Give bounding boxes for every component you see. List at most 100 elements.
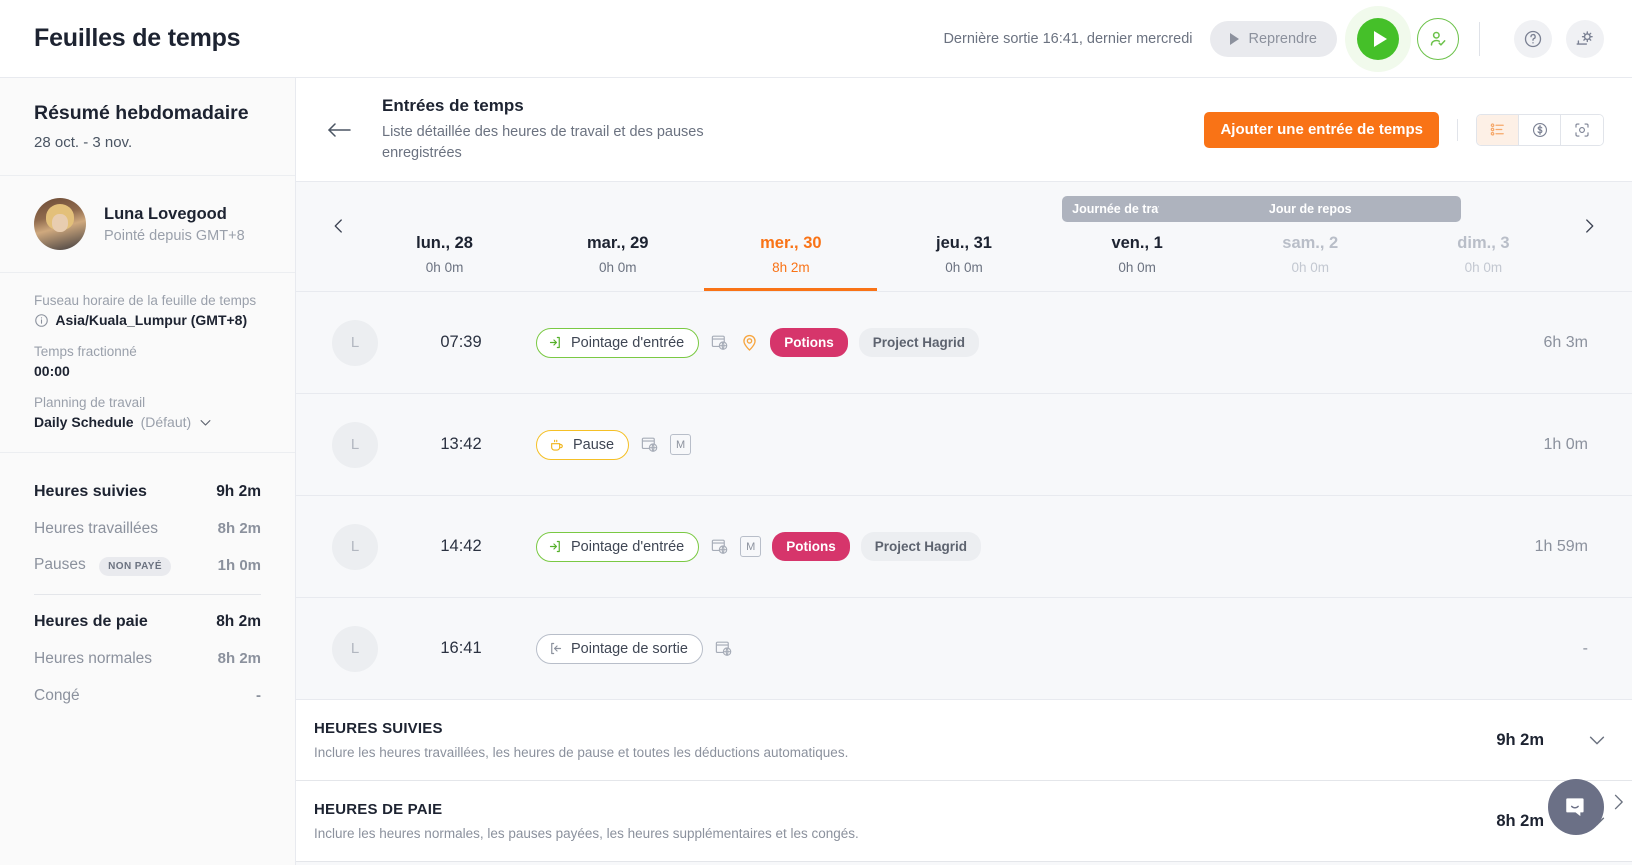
day-label: mar., 29: [586, 234, 649, 253]
back-button[interactable]: [296, 121, 382, 139]
start-timer-button[interactable]: [1357, 17, 1399, 60]
stats-divider: [34, 594, 261, 595]
entry-time: 14:42: [440, 537, 482, 556]
top-bar-actions: Dernière sortie 16:41, dernier mercredi …: [943, 5, 1604, 72]
table-row[interactable]: L 07:39 Pointage d'entrée Potions Projec…: [296, 292, 1632, 395]
play-small-icon: [1230, 32, 1240, 45]
day-tab-mar-29[interactable]: mar., 29 0h 0m: [531, 182, 704, 291]
person-check-button[interactable]: [1417, 17, 1459, 60]
prev-week-button[interactable]: [320, 182, 358, 291]
add-time-entry-button[interactable]: Ajouter une entrée de temps: [1204, 111, 1439, 148]
user-card[interactable]: Luna Lovegood Pointé depuis GMT+8: [0, 176, 295, 273]
summary-texts: HEURES DE PAIE Inclure les heures normal…: [314, 801, 859, 841]
summary-subtitle: Inclure les heures normales, les pauses …: [314, 826, 859, 842]
page-title: Feuilles de temps: [34, 24, 241, 52]
stat-value: 8h 2m: [217, 650, 261, 667]
entry-time: 07:39: [440, 333, 482, 352]
stat-value: -: [256, 687, 261, 704]
stat-label: Congé: [34, 686, 80, 704]
stat-value: 1h 0m: [217, 557, 261, 574]
status-badge-unpaid: NON PAYÉ: [99, 556, 171, 576]
play-icon: [1373, 30, 1387, 47]
main-header: Entrées de temps Liste détaillée des heu…: [296, 78, 1632, 183]
settings-button[interactable]: [1566, 19, 1604, 58]
meta-work-schedule-label: Planning de travail: [34, 395, 146, 410]
manual-entry-icon[interactable]: M: [670, 434, 692, 456]
list-view-icon: [1490, 123, 1504, 136]
browser-globe-icon: [715, 641, 732, 657]
body: Résumé hebdomadaire 28 oct. - 3 nov. Lun…: [0, 78, 1632, 865]
chevron-down-icon: [1589, 736, 1605, 745]
view-toggle-cost[interactable]: [1519, 114, 1561, 145]
scroll-right-indicator[interactable]: [1608, 792, 1628, 817]
resume-button[interactable]: Reprendre: [1210, 20, 1337, 57]
badge-project: Project Hagrid: [858, 328, 979, 358]
table-row[interactable]: L 14:42 Pointage d'entrée M Potions Proj…: [296, 496, 1632, 599]
stat-value: 8h 2m: [217, 520, 261, 537]
help-button[interactable]: [1514, 19, 1552, 58]
chevron-right-icon: [1586, 219, 1594, 233]
screenshot-view-icon: [1575, 123, 1589, 137]
day-tab-jeu-31[interactable]: jeu., 31 0h 0m: [877, 182, 1050, 291]
entry-avatar: L: [332, 319, 378, 366]
badge-project: Project Hagrid: [860, 532, 981, 562]
day-tab-mer-30[interactable]: mer., 30 8h 2m: [704, 182, 878, 292]
summary-pay-hours[interactable]: HEURES DE PAIE Inclure les heures normal…: [296, 781, 1632, 863]
chat-widget-button[interactable]: [1548, 779, 1604, 835]
meta-work-schedule: Planning de travail Daily Schedule (Défa…: [34, 395, 261, 430]
entry-duration: -: [1582, 639, 1588, 657]
entry-type-label: Pause: [573, 436, 615, 453]
stat-label: Heures de paie: [34, 612, 148, 630]
browser-globe-button[interactable]: [714, 639, 733, 658]
browser-globe-button[interactable]: [710, 333, 729, 352]
work-schedule-default-tag: (Défaut): [140, 414, 192, 430]
user-card-texts: Luna Lovegood Pointé depuis GMT+8: [104, 205, 245, 244]
time-entry-list: L 07:39 Pointage d'entrée Potions Projec…: [296, 292, 1632, 865]
main-header-texts: Entrées de temps Liste détaillée des heu…: [382, 96, 712, 163]
summary-expand-button[interactable]: [1586, 729, 1608, 751]
next-week-button[interactable]: [1570, 182, 1608, 291]
view-toggle-screenshots[interactable]: [1561, 114, 1603, 145]
day-hours: 0h 0m: [598, 260, 637, 276]
stat-row-tracked: Heures suivies 9h 2m: [34, 473, 261, 510]
view-toggle-list[interactable]: [1477, 114, 1519, 145]
entry-avatar: L: [332, 523, 378, 570]
entry-type-chip: Pointage d'entrée: [536, 531, 700, 562]
stat-label: Heures suivies: [34, 482, 147, 500]
summary-tracked-hours[interactable]: HEURES SUIVIES Inclure les heures travai…: [296, 700, 1632, 782]
browser-globe-button[interactable]: [710, 537, 729, 556]
weekly-summary-title: Résumé hebdomadaire: [34, 102, 249, 124]
entry-time: 13:42: [440, 435, 482, 454]
time-entries-subtitle: Liste détaillée des heures de travail et…: [382, 124, 704, 161]
entry-details: Pause M: [536, 429, 692, 460]
day-tab-lun-28[interactable]: lun., 28 0h 0m: [358, 182, 531, 291]
entry-details: Pointage d'entrée Potions Project Hagrid: [536, 327, 979, 358]
summary-right: 9h 2m: [1496, 729, 1608, 751]
manual-entry-icon[interactable]: M: [740, 536, 762, 558]
dollar-view-icon: [1532, 122, 1547, 137]
browser-globe-button[interactable]: [640, 435, 659, 454]
timesheet-meta: Fuseau horaire de la feuille de temps As…: [0, 273, 295, 453]
day-tab-sam-2[interactable]: Jour de repos sam., 2 0h 0m: [1159, 182, 1462, 291]
avatar: [34, 198, 86, 250]
day-label: lun., 28: [416, 234, 473, 253]
table-row[interactable]: L 13:42 Pause M 1h 0m: [296, 394, 1632, 497]
work-schedule-dropdown[interactable]: Daily Schedule (Défaut): [34, 414, 261, 430]
stat-value: 9h 2m: [216, 482, 261, 500]
stat-row-regular: Heures normales 8h 2m: [34, 640, 261, 677]
location-pin-icon: [743, 335, 756, 352]
summary-value: 8h 2m: [1496, 811, 1544, 830]
clock-in-icon: [549, 337, 560, 349]
chat-bubble-icon: [1566, 798, 1584, 817]
summary-subtitle: Inclure les heures travaillées, les heur…: [314, 745, 849, 761]
table-row[interactable]: L 16:41 Pointage de sortie -: [296, 598, 1632, 701]
user-timezone-note: Pointé depuis GMT+8: [104, 227, 245, 244]
location-pin-button[interactable]: [740, 333, 759, 352]
day-navigation: lun., 28 0h 0m mar., 29 0h 0m mer., 30 8…: [296, 182, 1632, 293]
entry-details: Pointage de sortie: [536, 633, 733, 664]
day-tab-dim-3[interactable]: dim., 3 0h 0m: [1397, 182, 1570, 291]
entry-type-chip: Pause: [536, 429, 630, 460]
entry-avatar: L: [332, 625, 378, 672]
day-hours: 0h 0m: [425, 260, 464, 276]
chevron-right-icon: [1614, 794, 1623, 810]
